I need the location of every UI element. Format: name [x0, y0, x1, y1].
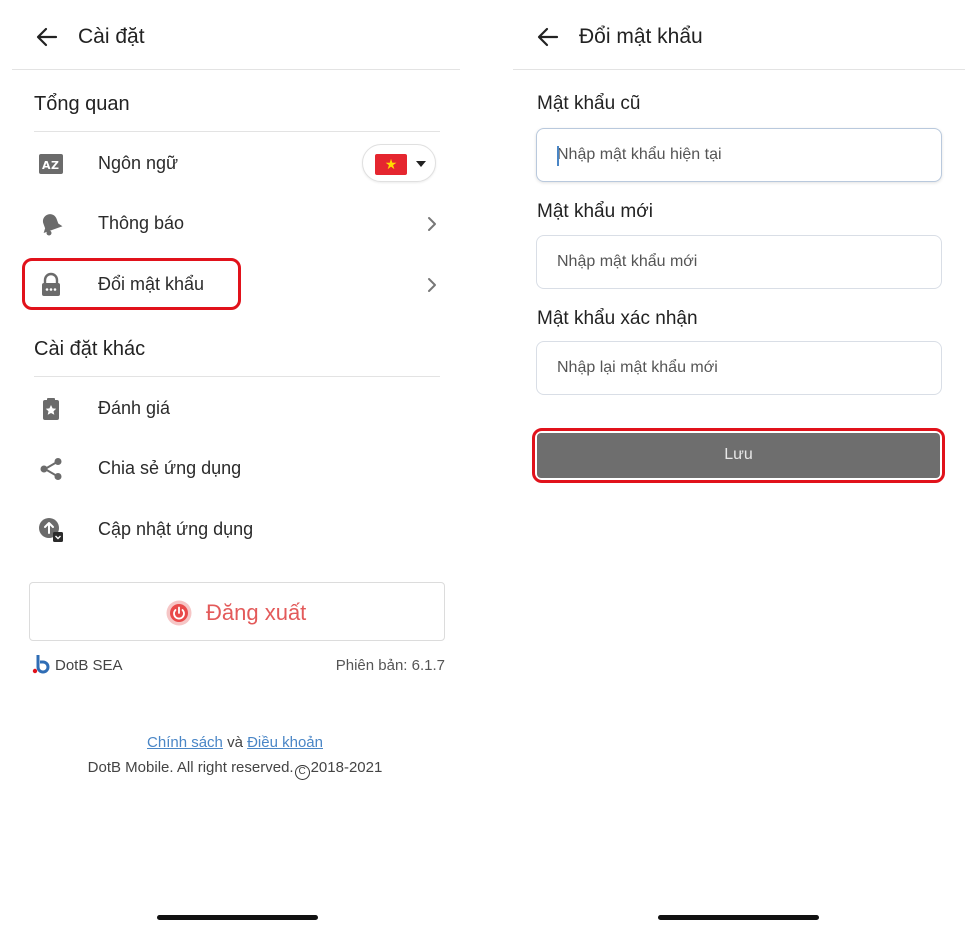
caret-down-icon — [416, 161, 426, 167]
old-password-field[interactable] — [536, 128, 942, 182]
chevron-right-icon — [428, 217, 436, 231]
settings-item-label: Cập nhật ứng dụng — [98, 519, 254, 539]
svg-text:Z: Z — [51, 159, 59, 172]
divider — [34, 376, 440, 377]
new-password-field[interactable] — [536, 235, 942, 289]
dotb-logo-icon — [32, 655, 50, 674]
settings-item-update[interactable]: Cập nhật ứng dụng — [30, 504, 440, 556]
settings-item-language[interactable]: A Z Ngôn ngữ ★ — [30, 138, 440, 190]
svg-text:A: A — [42, 159, 51, 172]
change-password-header: Đổi mật khẩu — [513, 0, 965, 70]
settings-item-notifications[interactable]: Thông báo — [30, 198, 440, 250]
power-icon — [166, 600, 192, 626]
page-title: Cài đặt — [78, 25, 145, 48]
footer-links: Chính sách và Điều khoản — [0, 734, 470, 751]
translate-icon: A Z — [39, 154, 63, 174]
settings-item-rate[interactable]: Đánh giá — [30, 383, 440, 435]
change-password-screen: Đổi mật khẩu Mật khẩu cũ Mật khẩu mới Mậ… — [505, 0, 975, 929]
confirm-password-field[interactable] — [536, 341, 942, 395]
back-arrow-icon[interactable] — [34, 24, 60, 50]
share-icon — [40, 458, 62, 480]
policy-link[interactable]: Chính sách — [147, 734, 223, 751]
new-password-label: Mật khẩu mới — [537, 201, 653, 222]
section-title-other: Cài đặt khác — [34, 338, 146, 360]
copyright-years: 2018-2021 — [310, 759, 383, 776]
settings-screen: Cài đặt Tổng quan A Z Ngôn ngữ ★ Thông b… — [0, 0, 470, 929]
home-indicator — [658, 915, 819, 920]
settings-item-label: Thông báo — [98, 213, 185, 233]
settings-header: Cài đặt — [12, 0, 460, 70]
settings-item-label: Ngôn ngữ — [98, 153, 179, 173]
section-title-general: Tổng quan — [34, 93, 130, 115]
settings-item-share[interactable]: Chia sẻ ứng dụng — [30, 443, 440, 495]
copyright-icon: C — [294, 765, 310, 780]
text-cursor — [557, 146, 559, 166]
language-selector[interactable]: ★ — [362, 144, 436, 182]
settings-item-label: Chia sẻ ứng dụng — [98, 458, 242, 478]
app-version: Phiên bản: 6.1.7 — [335, 657, 445, 674]
highlight-box — [22, 258, 241, 310]
new-password-input[interactable] — [557, 236, 927, 288]
back-arrow-icon[interactable] — [535, 24, 561, 50]
vietnam-flag-icon: ★ — [375, 154, 407, 175]
old-password-label: Mật khẩu cũ — [537, 93, 641, 114]
highlight-box — [532, 428, 945, 483]
logout-label: Đăng xuất — [206, 600, 307, 625]
brand-name: DotB SEA — [55, 657, 123, 674]
home-indicator — [157, 915, 318, 920]
confirm-password-label: Mật khẩu xác nhận — [537, 308, 698, 329]
update-icon — [39, 518, 63, 542]
rate-star-icon — [43, 398, 59, 420]
bell-icon — [42, 214, 63, 236]
settings-item-label: Đánh giá — [98, 398, 171, 418]
copyright: DotB Mobile. All right reserved. C 2018-20… — [0, 759, 470, 780]
page-title: Đổi mật khẩu — [579, 25, 703, 48]
and-text: và — [227, 734, 243, 751]
divider — [34, 131, 440, 132]
old-password-input[interactable] — [557, 129, 927, 181]
confirm-password-input[interactable] — [557, 342, 927, 394]
copyright-text: DotB Mobile. All right reserved. — [87, 759, 294, 776]
terms-link[interactable]: Điều khoản — [247, 734, 323, 751]
chevron-right-icon — [428, 278, 436, 292]
logout-button[interactable]: Đăng xuất — [29, 582, 445, 641]
